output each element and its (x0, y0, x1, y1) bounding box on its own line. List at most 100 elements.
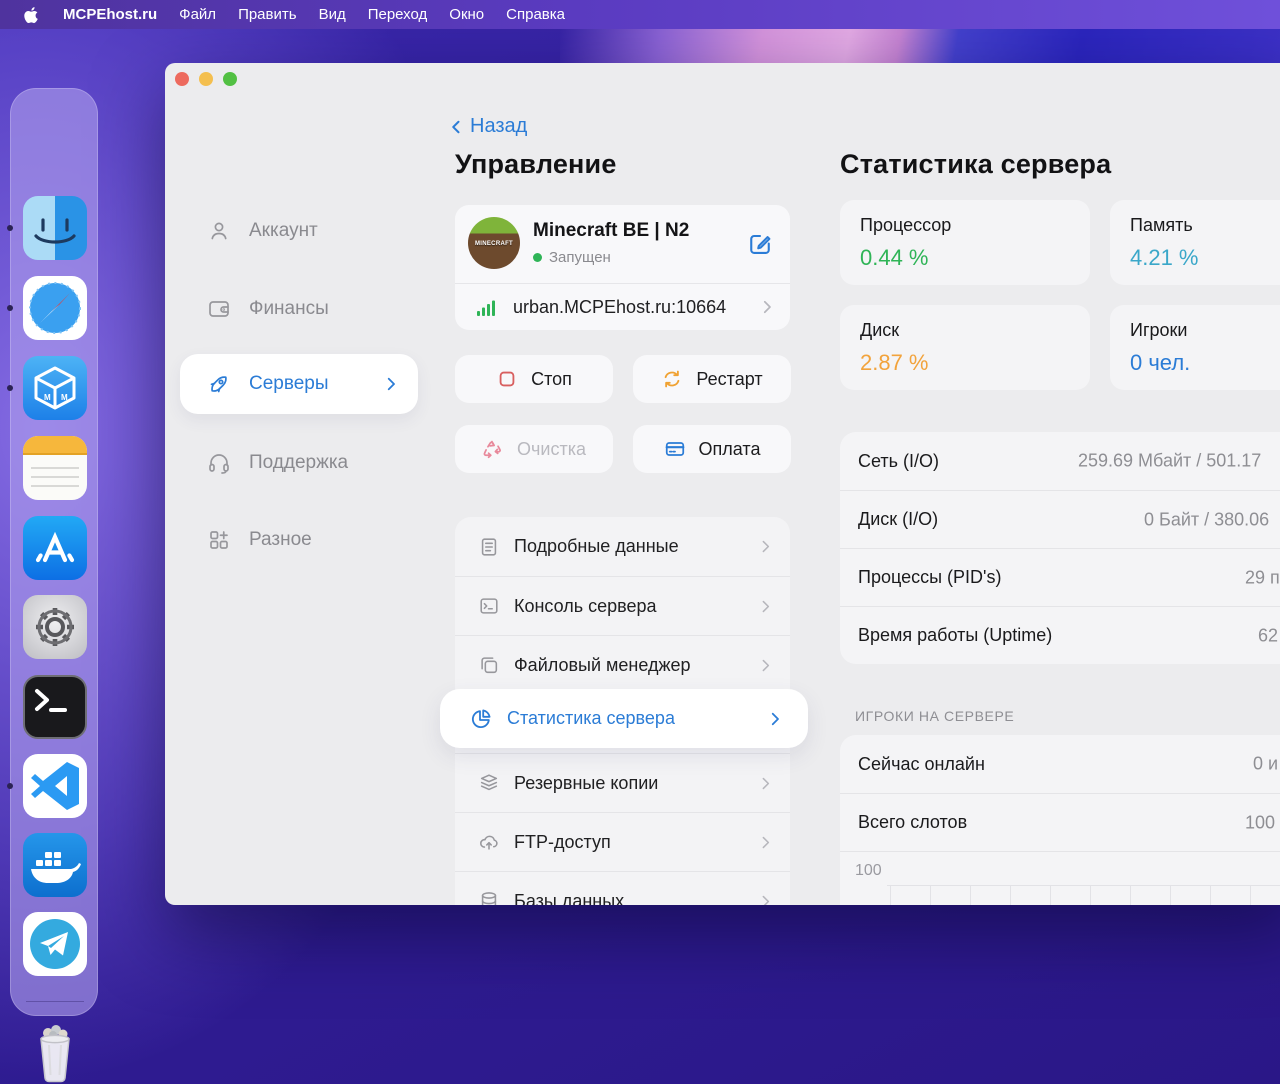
menubar-item-window[interactable]: Окно (438, 6, 495, 23)
back-button[interactable]: Назад (448, 115, 527, 138)
restart-label: Рестарт (696, 369, 762, 390)
server-name: Minecraft BE | N2 (533, 220, 689, 242)
stat-row-network-io: Сеть (I/O) 259.69 Мбайт / 501.17 (840, 432, 1280, 490)
chevron-left-icon (448, 117, 466, 137)
svg-text:M: M (44, 393, 51, 402)
chevron-right-icon (766, 710, 784, 728)
manage-title: Управление (455, 149, 617, 180)
menu-item-databases[interactable]: Базы данных (455, 871, 790, 905)
menu-item-backups[interactable]: Резервные копии (455, 753, 790, 812)
row-label: Сеть (I/O) (858, 451, 939, 472)
wallet-icon (207, 297, 231, 321)
stat-card-disk: Диск 2.87 % (840, 305, 1090, 390)
restart-button[interactable]: Рестарт (633, 355, 791, 403)
back-label: Назад (470, 115, 527, 138)
cleanup-button[interactable]: Очистка (455, 425, 613, 473)
sidebar-item-misc[interactable]: Разное (207, 518, 312, 562)
row-value: 0 и (1253, 754, 1278, 775)
stop-label: Стоп (531, 369, 572, 390)
stop-button[interactable]: Стоп (455, 355, 613, 403)
payment-button[interactable]: Оплата (633, 425, 791, 473)
edit-server-button[interactable] (746, 229, 774, 257)
stat-value: 4.21 % (1130, 245, 1280, 271)
menu-item-details[interactable]: Подробные данные (455, 517, 790, 576)
stat-label: Процессор (860, 215, 1070, 236)
finder-icon[interactable] (23, 196, 87, 260)
stat-card-memory: Память 4.21 % (1110, 200, 1280, 285)
menubar-item-file[interactable]: Файл (168, 6, 227, 23)
sidebar-item-servers[interactable]: Серверы (180, 354, 418, 414)
close-button[interactable] (175, 72, 189, 86)
sidebar-item-account[interactable]: Аккаунт (207, 209, 318, 253)
stat-card-cpu: Процессор 0.44 % (840, 200, 1090, 285)
apple-menu-icon[interactable] (24, 6, 40, 24)
row-label: Процессы (PID's) (858, 567, 1001, 588)
console-icon (478, 595, 500, 617)
server-avatar-text: MINECRAFT (475, 241, 513, 247)
menu-item-server-stats[interactable]: Статистика сервера (440, 689, 808, 748)
stat-row-online-now: Сейчас онлайн 0 и (840, 735, 1280, 793)
safari-icon[interactable] (23, 276, 87, 340)
menu-item-label: Базы данных (514, 891, 624, 906)
stat-row-uptime: Время работы (Uptime) 62 (840, 606, 1280, 664)
app-store-icon[interactable] (23, 516, 87, 580)
chevron-right-icon (757, 657, 774, 674)
chevron-right-icon (382, 375, 400, 393)
dock: M M (8, 88, 100, 1016)
menubar-item-edit[interactable]: Править (227, 6, 308, 23)
server-avatar: MINECRAFT (468, 217, 520, 269)
vscode-icon[interactable] (23, 754, 87, 818)
sidebar-item-finance[interactable]: Финансы (207, 287, 329, 331)
grid-plus-icon (207, 528, 231, 552)
row-label: Сейчас онлайн (858, 754, 985, 775)
chevron-right-icon (757, 775, 774, 792)
mcpehost-running-indicator (7, 385, 13, 391)
sidebar-item-label: Финансы (249, 298, 329, 320)
stat-label: Диск (860, 320, 1070, 341)
server-card: MINECRAFT Minecraft BE | N2 Запущен urba… (455, 205, 790, 330)
stats-title: Статистика сервера (840, 149, 1111, 180)
database-icon (478, 890, 500, 905)
recycle-icon (482, 438, 504, 460)
server-card-top: MINECRAFT Minecraft BE | N2 Запущен (455, 205, 790, 283)
sidebar-item-support[interactable]: Поддержка (207, 441, 348, 485)
telegram-icon[interactable] (23, 912, 87, 976)
menu-item-label: Резервные копии (514, 773, 658, 794)
stop-icon (496, 368, 518, 390)
menubar-item-help[interactable]: Справка (495, 6, 576, 23)
server-address-row[interactable]: urban.MCPEhost.ru:10664 (455, 284, 790, 330)
terminal-icon[interactable] (23, 675, 87, 739)
row-label: Время работы (Uptime) (858, 625, 1052, 646)
chevron-right-icon (757, 893, 774, 906)
io-stats-group: Сеть (I/O) 259.69 Мбайт / 501.17 Диск (I… (840, 432, 1280, 664)
user-icon (207, 219, 231, 243)
notes-icon[interactable] (23, 436, 87, 500)
mcpehost-app-icon[interactable]: M M (23, 356, 87, 420)
players-chart: 100 (840, 851, 1280, 905)
menubar-item-view[interactable]: Вид (308, 6, 357, 23)
menu-item-label: FTP-доступ (514, 832, 611, 853)
menu-item-files[interactable]: Файловый менеджер (455, 635, 790, 694)
app-window: Аккаунт Финансы Серверы Поддержка Разное (165, 63, 1280, 905)
minimize-button[interactable] (199, 72, 213, 86)
menubar-item-go[interactable]: Переход (357, 6, 439, 23)
docker-icon[interactable] (23, 833, 87, 897)
card-icon (664, 438, 686, 460)
menu-item-label: Файловый менеджер (514, 655, 691, 676)
system-settings-icon[interactable] (23, 595, 87, 659)
stat-value: 2.87 % (860, 350, 1070, 376)
menubar-app-name[interactable]: MCPEhost.ru (52, 6, 168, 23)
menu-item-console[interactable]: Консоль сервера (455, 576, 790, 635)
stat-row-disk-io: Диск (I/O) 0 Байт / 380.06 (840, 490, 1280, 548)
sidebar-item-label: Поддержка (249, 452, 348, 474)
safari-running-indicator (7, 305, 13, 311)
row-value: 29 п (1245, 567, 1280, 588)
row-label: Диск (I/O) (858, 509, 938, 530)
zoom-button[interactable] (223, 72, 237, 86)
menu-item-ftp[interactable]: FTP-доступ (455, 812, 790, 871)
stat-card-players: Игроки 0 чел. (1110, 305, 1280, 390)
stat-value: 0 чел. (1130, 350, 1280, 376)
chevron-right-icon (757, 598, 774, 615)
trash-icon[interactable] (23, 1021, 87, 1085)
payment-label: Оплата (699, 439, 761, 460)
